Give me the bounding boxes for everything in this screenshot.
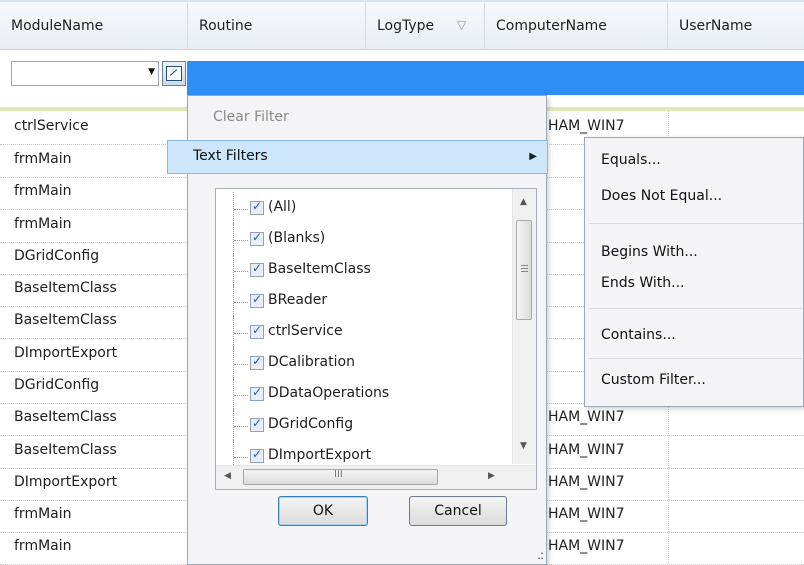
filter-cell-computername[interactable] [485,61,669,95]
filter-funnel-icon[interactable]: ▽ [457,17,466,33]
vertical-scrollbar[interactable]: ▲ ▼ [512,189,536,464]
cell-modulename: BaseItemClass [14,442,117,458]
checkbox[interactable] [250,230,264,246]
cell-computername: HAM_WIN7 [548,118,625,134]
filter-values-list[interactable]: (All) (Blanks) BaseItemClass BReader ctr… [215,188,537,490]
begins-with-item[interactable]: Begins With... [601,244,698,260]
cell-computername: HAM_WIN7 [548,538,625,554]
column-header-computername[interactable]: ComputerName [485,2,668,50]
cell-modulename: BaseItemClass [14,312,117,328]
cell-modulename: frmMain [14,216,72,232]
filter-button-icon [166,66,182,81]
scroll-up-icon[interactable]: ▲ [520,197,527,207]
list-item[interactable]: DCalibration [216,347,506,380]
text-filters-label: Text Filters [193,148,268,164]
cell-computername: HAM_WIN7 [548,474,625,490]
column-header-logtype[interactable]: LogType [366,2,485,50]
menu-divider [589,223,803,224]
list-item[interactable]: BReader [216,285,506,318]
cell-modulename: ctrlService [14,118,89,134]
list-item[interactable]: BaseItemClass [216,254,506,287]
filter-cell-logtype[interactable] [366,61,486,95]
checkbox[interactable] [250,447,264,463]
column-header-label: ModuleName [11,18,104,34]
list-item[interactable]: DGridConfig [216,409,506,442]
submenu-arrow-icon: ▶ [529,151,537,162]
scrollbar-thumb[interactable]: III [243,469,438,485]
cell-modulename: BaseItemClass [14,280,117,296]
horizontal-scrollbar[interactable]: ◀ III ▶ [216,465,536,489]
checkbox[interactable] [250,292,264,308]
column-header-label: ComputerName [496,18,607,34]
ends-with-item[interactable]: Ends With... [601,275,685,291]
cell-modulename: frmMain [14,183,72,199]
list-item[interactable]: (Blanks) [216,223,506,256]
list-item[interactable]: (All) [216,192,506,225]
text-filters-submenu: Equals... Does Not Equal... Begins With.… [584,137,804,407]
column-header-label: Routine [199,18,253,34]
checkbox[interactable] [250,261,264,277]
menu-divider [589,358,803,359]
cell-computername: HAM_WIN7 [548,506,625,522]
list-item[interactable]: ctrlService [216,316,506,349]
clear-filter-item[interactable]: Clear Filter [213,109,289,125]
ok-button[interactable]: OK [278,496,368,526]
checkbox[interactable] [250,385,264,401]
scroll-down-icon[interactable]: ▼ [520,441,527,451]
cell-modulename: DImportExport [14,474,118,490]
cancel-button[interactable]: Cancel [409,496,507,526]
equals-item[interactable]: Equals... [601,152,661,168]
filter-button[interactable] [162,61,186,86]
text-filters-item[interactable]: Text Filters ▶ [167,140,548,174]
custom-filter-item[interactable]: Custom Filter... [601,372,706,388]
filter-cell-username[interactable] [668,61,804,95]
cell-modulename: frmMain [14,506,72,522]
scroll-right-icon[interactable]: ▶ [488,471,495,481]
cell-modulename: DGridConfig [14,377,100,393]
checkbox[interactable] [250,354,264,370]
dropdown-arrow-icon[interactable]: ▼ [148,67,155,77]
filter-dropdown[interactable]: ▼ [11,61,159,86]
resize-grip-icon[interactable]: .: [537,548,544,562]
cell-modulename: BaseItemClass [14,409,117,425]
column-header-routine[interactable]: Routine [188,2,366,50]
grid-header: ModuleName Routine LogType ▽ ComputerNam… [0,0,804,50]
menu-divider [589,308,803,309]
checkbox[interactable] [250,416,264,432]
cell-modulename: DGridConfig [14,248,100,264]
cell-modulename: frmMain [14,151,72,167]
filter-cell-routine[interactable] [187,61,367,95]
contains-item[interactable]: Contains... [601,327,676,343]
column-header-modulename[interactable]: ModuleName [0,2,188,50]
cell-computername: HAM_WIN7 [548,409,625,425]
filter-popup: Clear Filter Text Filters ▶ (All) (Blank… [167,95,548,565]
column-header-username[interactable]: UserName [668,2,804,50]
column-header-label: LogType [377,18,435,34]
scroll-left-icon[interactable]: ◀ [224,471,231,481]
checkbox[interactable] [250,199,264,215]
scrollbar-thumb[interactable] [516,220,532,320]
cell-modulename: DImportExport [14,345,118,361]
list-item[interactable]: DDataOperations [216,378,506,411]
cell-computername: HAM_WIN7 [548,442,625,458]
column-header-label: UserName [679,18,753,34]
cell-modulename: frmMain [14,538,72,554]
checkbox[interactable] [250,323,264,339]
does-not-equal-item[interactable]: Does Not Equal... [601,188,722,204]
